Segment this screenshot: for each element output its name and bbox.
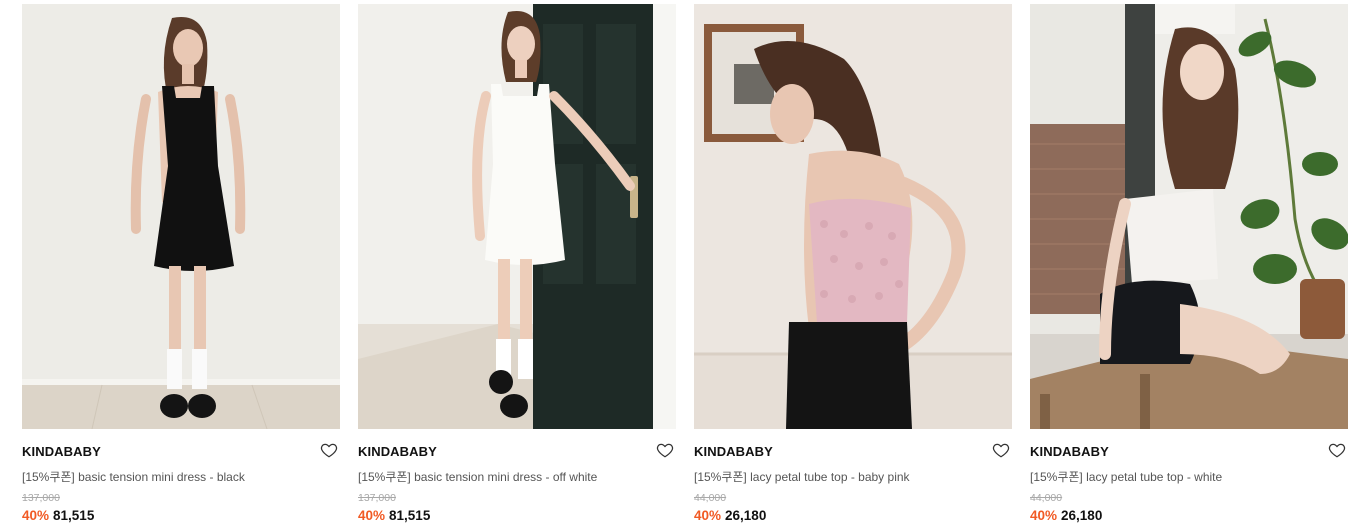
wishlist-heart-icon[interactable]: [320, 441, 338, 459]
product-card[interactable]: KINDABABY [15%쿠폰] basic tension mini dre…: [22, 0, 340, 532]
discount-rate: 40%: [694, 508, 722, 523]
brand-name[interactable]: KINDABABY: [22, 444, 101, 459]
sale-price: 81,515: [389, 508, 431, 523]
wishlist-heart-icon[interactable]: [656, 441, 674, 459]
discount-rate: 40%: [358, 508, 386, 523]
price-line: 40% 26,180: [1030, 508, 1102, 523]
product-photo-black-dress: [22, 4, 340, 429]
product-image[interactable]: [358, 4, 676, 429]
brand-name[interactable]: KINDABABY: [694, 444, 773, 459]
product-image[interactable]: [1030, 4, 1348, 429]
product-photo-white-tube-top: [1030, 4, 1348, 429]
original-price: 137,000: [22, 492, 60, 504]
original-price: 137,000: [358, 492, 396, 504]
product-name[interactable]: [15%쿠폰] lacy petal tube top - baby pink: [694, 468, 994, 485]
wishlist-heart-icon[interactable]: [1328, 441, 1346, 459]
product-photo-white-dress: [358, 4, 676, 429]
product-card[interactable]: KINDABABY [15%쿠폰] lacy petal tube top - …: [694, 0, 1012, 532]
product-name[interactable]: [15%쿠폰] lacy petal tube top - white: [1030, 468, 1330, 485]
original-price: 44,000: [1030, 492, 1063, 504]
discount-rate: 40%: [1030, 508, 1058, 523]
product-photo-pink-tube-top: [694, 4, 1012, 429]
product-name[interactable]: [15%쿠폰] basic tension mini dress - black: [22, 468, 322, 485]
sale-price: 26,180: [1061, 508, 1103, 523]
sale-price: 81,515: [53, 508, 95, 523]
product-card[interactable]: KINDABABY [15%쿠폰] lacy petal tube top - …: [1030, 0, 1348, 532]
brand-name[interactable]: KINDABABY: [1030, 444, 1109, 459]
price-line: 40% 81,515: [22, 508, 94, 523]
sale-price: 26,180: [725, 508, 767, 523]
price-line: 40% 81,515: [358, 508, 430, 523]
product-card[interactable]: KINDABABY [15%쿠폰] basic tension mini dre…: [358, 0, 676, 532]
wishlist-heart-icon[interactable]: [992, 441, 1010, 459]
discount-rate: 40%: [22, 508, 50, 523]
price-line: 40% 26,180: [694, 508, 766, 523]
product-image[interactable]: [694, 4, 1012, 429]
product-grid: KINDABABY [15%쿠폰] basic tension mini dre…: [0, 0, 1358, 532]
product-image[interactable]: [22, 4, 340, 429]
product-name[interactable]: [15%쿠폰] basic tension mini dress - off w…: [358, 468, 658, 485]
brand-name[interactable]: KINDABABY: [358, 444, 437, 459]
original-price: 44,000: [694, 492, 727, 504]
